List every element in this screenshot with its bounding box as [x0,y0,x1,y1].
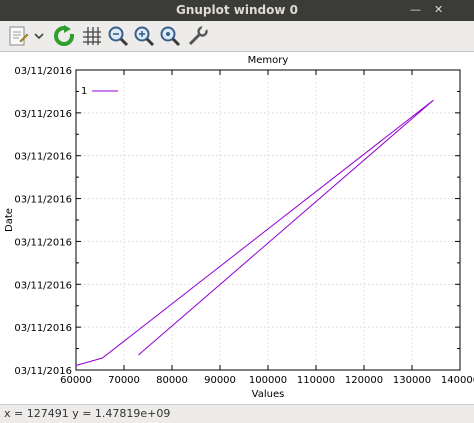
y-axis-label: Date [4,208,15,232]
x-tick-label: 110000 [297,375,335,386]
x-tick-label: 100000 [249,375,287,386]
series-line-1 [75,99,434,366]
y-tick-label: 03/11/2016 [14,66,72,77]
x-tick-label: 120000 [345,375,383,386]
status-bar: x = 127491 y = 1.47819e+09 [0,404,474,423]
y-tick-label: 03/11/2016 [14,109,72,120]
replot-icon[interactable] [52,24,76,48]
chart-title: Memory [248,55,289,66]
y-tick-label: 03/11/2016 [14,366,72,377]
autoscale-icon[interactable] [158,24,182,48]
settings-wrench-icon[interactable] [186,24,210,48]
zoom-previous-icon[interactable] [106,24,130,48]
y-tick-label: 03/11/2016 [14,237,72,248]
x-tick-label: 140000 [441,375,474,386]
x-tick-label: 130000 [393,375,431,386]
x-tick-label: 90000 [204,375,236,386]
cursor-coordinates: x = 127491 y = 1.47819e+09 [4,407,171,420]
close-button[interactable]: ✕ [434,3,443,16]
y-tick-label: 03/11/2016 [14,323,72,334]
plot-area[interactable]: 60000 70000 80000 90000 100000 110000 120000 13… [0,52,474,404]
minimize-button[interactable]: — [410,3,421,16]
window-title: Gnuplot window 0 [176,3,298,17]
grid-icon[interactable] [80,24,104,48]
x-tick-label: 70000 [108,375,140,386]
toolbar [0,21,474,52]
dropdown-chevron-icon[interactable] [32,24,46,48]
copy-to-clipboard-icon[interactable] [6,24,30,48]
legend-label: 1 [81,86,87,97]
y-tick-label: 03/11/2016 [14,152,72,163]
y-tick-label: 03/11/2016 [14,195,72,206]
x-axis-label: Values [252,389,285,400]
chart-svg: 60000 70000 80000 90000 100000 110000 120000 13… [4,55,474,400]
legend: 1 [81,86,118,97]
zoom-next-icon[interactable] [132,24,156,48]
title-bar: Gnuplot window 0 — ✕ [0,0,474,21]
y-tick-label: 03/11/2016 [14,280,72,291]
x-tick-label: 80000 [156,375,188,386]
